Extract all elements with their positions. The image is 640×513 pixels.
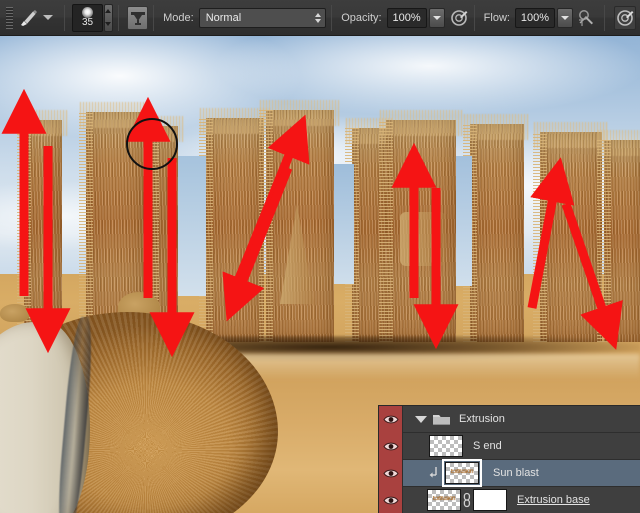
triangle-down-icon[interactable] [415,415,427,423]
clipping-mask-arrow-icon [427,466,441,480]
airbrush-icon[interactable] [577,6,599,30]
opacity-slider-chevron-down-icon[interactable] [428,7,445,28]
blend-mode-stepper-icon[interactable] [315,12,322,23]
arrow-diagonal-up [527,157,575,309]
layer-thumbnail-content: Extrusion [432,496,456,502]
separator-3 [153,4,155,31]
layer-name[interactable]: Extrusion base [517,494,590,506]
brush-size-stepper[interactable] [103,3,114,32]
flow-slider-chevron-down-icon[interactable] [556,7,574,28]
layer-thumbnail[interactable]: Extrusion [442,459,482,487]
arrow-diagonal-down [222,166,293,322]
pressure-opacity-icon[interactable] [449,6,469,30]
folder-icon [432,412,451,426]
layer-row-body[interactable]: Extrusion Extrusion base [403,487,640,513]
layer-name[interactable]: Sun blast [493,467,539,479]
layer-name[interactable]: S end [473,440,502,452]
separator-6 [604,4,606,31]
eye-visible-icon[interactable] [379,406,403,433]
mode-label: Mode: [163,11,194,24]
brush-options-bar: 35 Mode: Normal Opacity: 100% Flow: 100% [0,0,640,36]
flow-input[interactable]: 100% [514,7,555,28]
link-chain-icon[interactable] [461,492,473,508]
blend-mode-select[interactable]: Normal [198,7,327,28]
arrow-diagonal-down [561,202,623,350]
layer-thumbnail-content: Extrusion [450,469,474,475]
layer-row-body[interactable]: Extrusion Sun blast [403,459,640,487]
layer-row-extrusion-group[interactable]: Extrusion [379,406,640,433]
separator-4 [331,4,333,31]
layer-row-body[interactable]: Extrusion [403,406,640,433]
layer-row-body[interactable]: S end [403,433,640,460]
layers-panel[interactable]: Extrusion S end Extrusion Sun blast Extr… [378,405,640,513]
eye-visible-icon[interactable] [379,459,403,487]
layer-row-sun-blast[interactable]: Extrusion Sun blast [379,459,640,487]
brush-size-preview[interactable]: 35 [72,3,103,32]
flow-label: Flow: [483,11,510,24]
tablet-pressure-panel-icon[interactable] [127,5,149,30]
layer-thumbnail[interactable]: Extrusion [427,489,461,511]
drag-grip-icon[interactable] [6,6,14,29]
blend-mode-value: Normal [205,11,242,24]
separator-2 [118,4,120,31]
separator-5 [473,4,475,31]
layer-mask-thumbnail[interactable] [473,489,507,511]
opacity-input[interactable]: 100% [386,7,427,28]
layer-row-s-end[interactable]: S end [379,432,640,460]
brush-tip-preview-icon [82,6,93,18]
stepper-down-icon[interactable] [105,22,112,26]
stepper-up-icon[interactable] [105,9,112,13]
pressure-size-icon[interactable] [614,5,637,30]
layer-row-extrusion-base[interactable]: Extrusion Extrusion base [379,486,640,513]
brush-tool-icon[interactable] [16,5,39,31]
opacity-label: Opacity: [341,11,382,24]
brush-preset-chevron-down-icon[interactable] [43,15,54,20]
eye-visible-icon[interactable] [379,486,403,513]
brush-cursor-circle [126,118,178,170]
layer-thumbnail[interactable] [429,435,463,457]
layer-name[interactable]: Extrusion [459,413,505,425]
eye-visible-icon[interactable] [379,432,403,460]
separator-1 [64,4,66,31]
brush-size-value: 35 [81,16,94,28]
photoshop-window: 35 Mode: Normal Opacity: 100% Flow: 100%… [0,0,640,513]
